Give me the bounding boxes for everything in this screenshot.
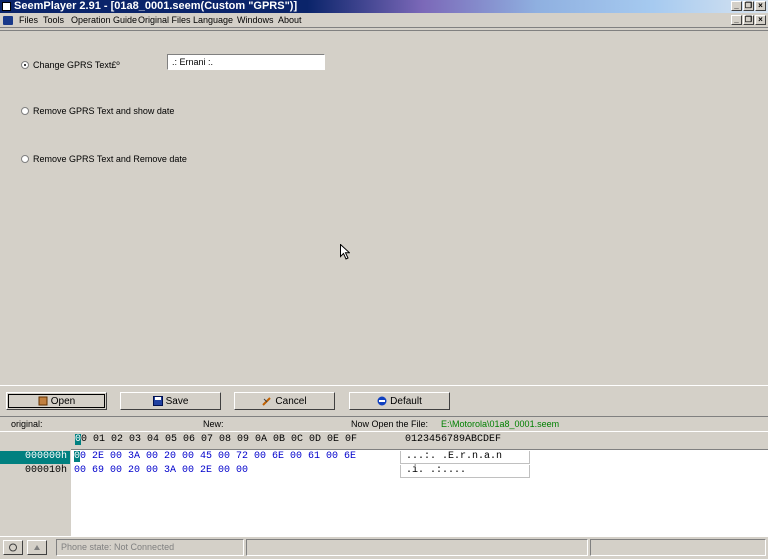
radio-remove-date[interactable]	[21, 155, 29, 163]
status-panel-right	[590, 539, 766, 556]
open-icon	[38, 396, 48, 406]
ascii-row[interactable]: ...:. .E.r.n.a.n	[400, 451, 530, 464]
close-button[interactable]: ×	[755, 1, 766, 11]
menu-original-files[interactable]: Original Files	[138, 14, 191, 26]
ascii-row[interactable]: .i. .:....	[400, 465, 530, 478]
gprs-text-input[interactable]: .: Ernani :.	[167, 54, 325, 70]
hex-row-bytes[interactable]: 0 2E 00 3A 00 20 00 45 00 72 00 6E 00 61…	[80, 451, 356, 462]
menu-files[interactable]: Files	[19, 14, 38, 26]
connect-button[interactable]	[3, 540, 23, 555]
default-button[interactable]: Default	[349, 392, 450, 410]
title-bar: SeemPlayer 2.91 - [01a8_0001.seem(Custom…	[0, 0, 768, 13]
remove-date-label: Remove GPRS Text and Remove date	[33, 154, 187, 164]
disconnect-button[interactable]	[27, 540, 47, 555]
hex-header-divider	[71, 449, 768, 450]
radio-remove-show-date[interactable]	[21, 107, 29, 115]
hex-row[interactable]: 00 2E 00 3A 00 20 00 45 00 72 00 6E 00 6…	[74, 451, 356, 462]
save-icon	[152, 396, 163, 406]
minimize-button[interactable]: _	[731, 1, 742, 11]
cancel-button-label: Cancel	[275, 395, 307, 407]
original-label: original:	[11, 419, 43, 429]
options-panel: Change GPRS Text£º Remove GPRS Text and …	[0, 30, 768, 386]
file-path: E:\Motorola\01a8_0001.seem	[441, 419, 560, 429]
hex-header-columns: 0 01 02 03 04 05 06 07 08 09 0A 0B 0C 0D…	[81, 434, 358, 445]
hex-column-header: 00 01 02 03 04 05 06 07 08 09 0A 0B 0C 0…	[71, 432, 768, 449]
hex-row-bytes[interactable]: 00 69 00 20 00 3A 00 2E 00 00	[74, 465, 248, 476]
row-offset: 000010h	[24, 465, 67, 476]
menu-windows[interactable]: Windows	[237, 14, 274, 26]
change-gprs-option[interactable]: Change GPRS Text£º	[21, 58, 120, 72]
save-button-label: Save	[165, 395, 189, 407]
status-panel-middle	[246, 539, 588, 556]
doc-restore-button[interactable]: ❐	[743, 15, 754, 25]
new-label: New:	[203, 419, 224, 429]
default-button-label: Default	[390, 395, 422, 407]
menu-tools[interactable]: Tools	[43, 14, 64, 26]
open-button-label: Open	[50, 395, 76, 407]
arrow-icon	[34, 545, 40, 550]
info-bar: original: New: Now Open the File: E:\Mot…	[0, 416, 768, 432]
change-gprs-label: Change GPRS Text£º	[33, 60, 120, 70]
now-open-label: Now Open the File:	[351, 419, 429, 429]
document-icon[interactable]	[3, 16, 13, 25]
cancel-button[interactable]: Cancel	[234, 392, 335, 410]
remove-date-option[interactable]: Remove GPRS Text and Remove date	[21, 152, 187, 166]
hex-offset-gutter	[0, 432, 71, 536]
menu-language[interactable]: Language	[193, 14, 233, 26]
hex-row[interactable]: 00 69 00 20 00 3A 00 2E 00 00	[74, 465, 248, 476]
ascii-header: 0123456789ABCDEF	[405, 434, 502, 445]
doc-minimize-button[interactable]: _	[731, 15, 742, 25]
app-icon[interactable]	[2, 2, 11, 11]
remove-show-date-option[interactable]: Remove GPRS Text and show date	[21, 104, 174, 118]
restore-button[interactable]: ❐	[743, 1, 754, 11]
hex-editor[interactable]: 00 01 02 03 04 05 06 07 08 09 0A 0B 0C 0…	[0, 432, 768, 536]
mouse-pointer-icon	[340, 244, 350, 260]
row-offset: 000000h	[0, 451, 70, 464]
menu-bar: Files Tools Operation Guide Original Fil…	[0, 13, 768, 28]
menu-operation-guide[interactable]: Operation Guide	[71, 14, 137, 26]
doc-close-button[interactable]: ×	[755, 15, 766, 25]
menu-about[interactable]: About	[278, 14, 302, 26]
window-title: SeemPlayer 2.91 - [01a8_0001.seem(Custom…	[14, 0, 298, 12]
button-bar: Open Save Cancel Default	[0, 387, 768, 415]
default-icon	[377, 396, 387, 406]
phone-state: Phone state: Not Connected	[56, 539, 244, 556]
radio-change-gprs[interactable]	[21, 61, 29, 69]
cancel-icon	[262, 397, 272, 406]
save-button[interactable]: Save	[120, 392, 221, 410]
remove-show-date-label: Remove GPRS Text and show date	[33, 106, 175, 116]
phone-icon	[9, 543, 17, 552]
open-button[interactable]: Open	[6, 392, 107, 410]
status-bar: Phone state: Not Connected	[0, 536, 768, 559]
